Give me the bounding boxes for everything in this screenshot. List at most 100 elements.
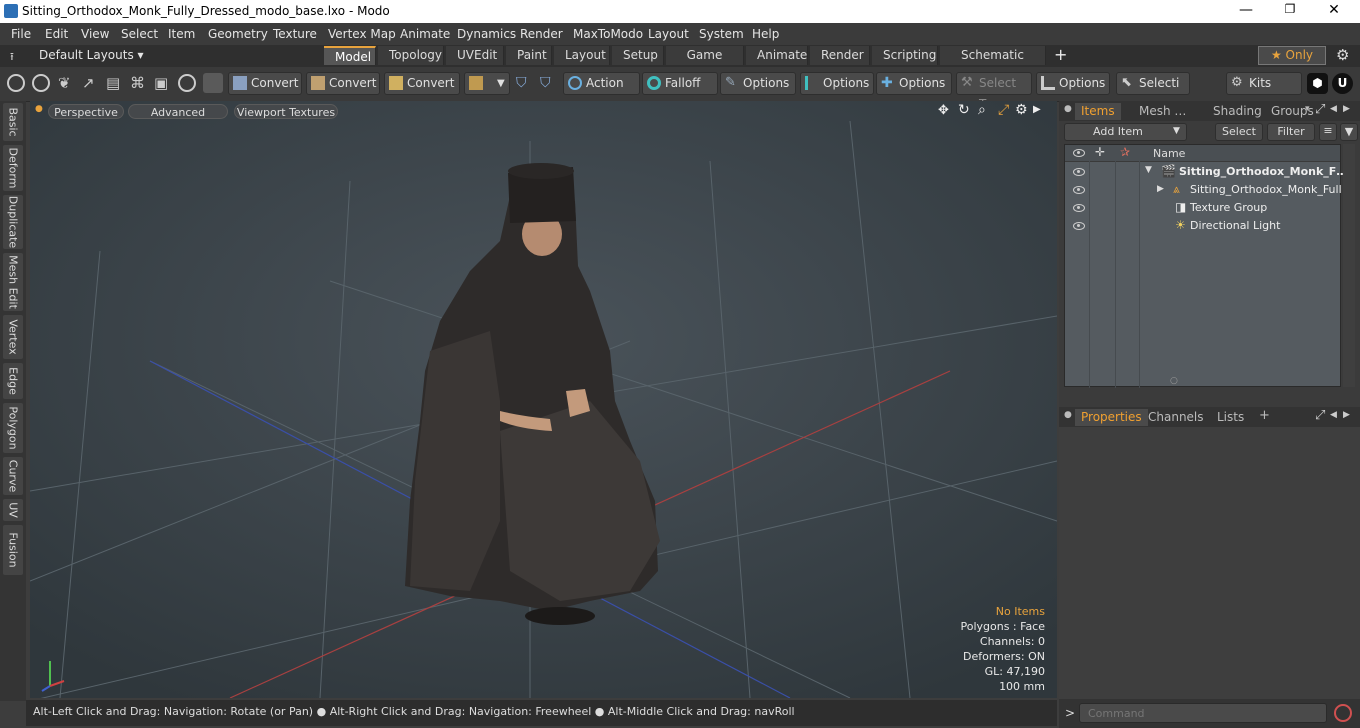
vtab-polygon[interactable]: Polygon (3, 403, 23, 453)
globe-select-icon[interactable] (32, 74, 50, 92)
edge-mode-icon[interactable]: ↗ (82, 74, 95, 92)
menu-file[interactable]: File (11, 27, 31, 41)
minimize-button[interactable]: — (1226, 2, 1266, 21)
vertex-mode-icon[interactable]: ❦ (58, 74, 71, 92)
convert-button-1[interactable]: Convert (228, 72, 302, 95)
menu-layout[interactable]: Layout (648, 27, 689, 41)
shield-mesh-icon[interactable] (203, 73, 223, 93)
tab-topology[interactable]: Topology (378, 46, 444, 65)
panel-left-arrow-icon[interactable]: ◀ (1330, 410, 1337, 420)
vtab-basic[interactable]: Basic (3, 103, 23, 141)
record-macro-icon[interactable] (1334, 704, 1352, 722)
item-mode-icon[interactable]: ⌘ (130, 74, 145, 92)
unity-icon[interactable]: ⬢ (1307, 73, 1328, 94)
menu-vertex-map[interactable]: Vertex Map (328, 27, 396, 41)
tab-setup[interactable]: Setup (612, 46, 664, 65)
mesh-dropdown-button[interactable]: ▼ (464, 72, 510, 95)
kits-button[interactable]: ⚙ Kits (1226, 72, 1302, 95)
collapse-list-icon[interactable]: ≡ (1319, 123, 1337, 141)
add-tab-button[interactable]: + (1259, 408, 1270, 423)
circle-select-icon[interactable] (7, 74, 25, 92)
menu-system[interactable]: System (699, 27, 744, 41)
collapse-icon[interactable]: ⭱ (10, 48, 14, 67)
material-mode-icon[interactable]: ▣ (154, 74, 168, 92)
panel-expand-icon[interactable]: ⤢ (1315, 102, 1325, 117)
menu-animate[interactable]: Animate (400, 27, 450, 41)
layout-preset-dropdown[interactable]: Default Layouts ▾ (39, 48, 144, 62)
visibility-toggle-icon[interactable] (1073, 222, 1085, 230)
list-item[interactable]: ◨ Texture Group (1065, 199, 1340, 217)
perspective-button[interactable]: Perspective (48, 104, 124, 119)
vtab-vertex[interactable]: Vertex (3, 315, 23, 359)
menu-help[interactable]: Help (752, 27, 779, 41)
polygon-mode-icon[interactable]: ▤ (106, 74, 120, 92)
tab-items[interactable]: Items (1075, 103, 1121, 120)
add-item-dropdown[interactable]: Add Item ▼ (1064, 123, 1187, 141)
advanced-button[interactable]: Advanced (128, 104, 228, 119)
menu-item[interactable]: Item (168, 27, 195, 41)
menu-maxtomodo[interactable]: MaxToModo (573, 27, 643, 41)
menu-view[interactable]: View (81, 27, 109, 41)
maximize-viewport-icon[interactable]: ⤢ (998, 102, 1009, 118)
expand-arrow-icon[interactable]: ▼ (1145, 165, 1152, 175)
menu-edit[interactable]: Edit (45, 27, 68, 41)
menu-geometry[interactable]: Geometry (208, 27, 268, 41)
panel-expand-icon[interactable]: ⤢ (1315, 408, 1325, 423)
panel-left-arrow-icon[interactable]: ◀ (1330, 104, 1337, 114)
select-tool-button[interactable]: ⚒Select T… (956, 72, 1032, 111)
expand-arrow-icon[interactable]: ▶ (1157, 184, 1164, 194)
rotate-icon[interactable]: ↻ (958, 102, 970, 118)
vtab-mesh-edit[interactable]: Mesh Edit (3, 253, 23, 311)
vtab-fusion[interactable]: Fusion (3, 525, 23, 575)
vtab-deform[interactable]: Deform (3, 145, 23, 191)
options-button-4[interactable]: Options (1036, 72, 1110, 95)
vtab-duplicate[interactable]: Duplicate (3, 195, 23, 249)
funnel-icon[interactable]: ▼ (1340, 123, 1358, 141)
tab-scripting[interactable]: Scripting (872, 46, 938, 65)
gear-icon[interactable]: ⚙ (1336, 46, 1349, 64)
menu-select[interactable]: Select (121, 27, 158, 41)
options-button-2[interactable]: Options (800, 72, 874, 95)
menu-dynamics[interactable]: Dynamics (457, 27, 516, 41)
filter-button[interactable]: Filter (1267, 123, 1315, 141)
unreal-icon[interactable]: U (1332, 73, 1353, 94)
list-item[interactable]: ▶ ⩓ Sitting_Orthodox_Monk_Full … (1065, 181, 1356, 199)
close-button[interactable]: ✕ (1314, 2, 1354, 21)
item-list-scrollbar[interactable] (1343, 144, 1355, 387)
command-input[interactable] (1079, 703, 1327, 723)
item-list[interactable]: ✛ ✰ Name ▼ 🎬 Sitting_Orthodox_Monk_F… ▶ … (1064, 144, 1356, 388)
maximize-button[interactable]: ❐ (1270, 2, 1310, 21)
tabs-dropdown-icon[interactable]: ▾ (1305, 104, 1310, 114)
action-center-button[interactable]: Action … (563, 72, 640, 111)
scroll-handle-icon[interactable]: ○ (1170, 376, 1178, 386)
tab-lists[interactable]: Lists (1211, 409, 1250, 426)
3d-viewport[interactable]: ● Perspective Advanced Viewport Textures… (30, 101, 1057, 698)
vtab-curve[interactable]: Curve (3, 457, 23, 495)
convert-button-3[interactable]: Convert (384, 72, 460, 95)
viewport-settings-icon[interactable]: ⚙ (1015, 102, 1028, 118)
tab-schematic-fusion[interactable]: Schematic Fusion (940, 46, 1046, 81)
viewport-expand-icon[interactable]: ▶ (1033, 104, 1041, 115)
tab-groups[interactable]: Groups (1265, 103, 1320, 120)
menu-texture[interactable]: Texture (273, 27, 317, 41)
tab-uvedit[interactable]: UVEdit (446, 46, 504, 65)
only-toggle-button[interactable]: ★ Only (1258, 46, 1326, 65)
visibility-toggle-icon[interactable] (1073, 204, 1085, 212)
tab-game-tools[interactable]: Game Tools (666, 46, 744, 81)
panel-menu-dot-icon[interactable]: ● (1064, 410, 1072, 420)
tab-model[interactable]: Model (324, 46, 376, 65)
add-layout-tab-button[interactable]: + (1054, 45, 1067, 64)
visibility-toggle-icon[interactable] (1073, 186, 1085, 194)
menu-render[interactable]: Render (520, 27, 563, 41)
tab-layout[interactable]: Layout (554, 46, 610, 65)
tab-render[interactable]: Render (810, 46, 870, 65)
tab-paint[interactable]: Paint (506, 46, 552, 65)
panel-right-arrow-icon[interactable]: ▶ (1343, 410, 1350, 420)
list-item[interactable]: ☀ Directional Light (1065, 217, 1340, 235)
tab-properties[interactable]: Properties (1075, 409, 1148, 426)
list-item[interactable]: ▼ 🎬 Sitting_Orthodox_Monk_F… (1065, 163, 1347, 181)
vtab-edge[interactable]: Edge (3, 363, 23, 399)
options-button-3[interactable]: ✚ Options (876, 72, 952, 95)
symmetry-icon[interactable]: ⛉ (516, 75, 527, 91)
viewport-menu-dot-icon[interactable]: ● (35, 104, 43, 114)
